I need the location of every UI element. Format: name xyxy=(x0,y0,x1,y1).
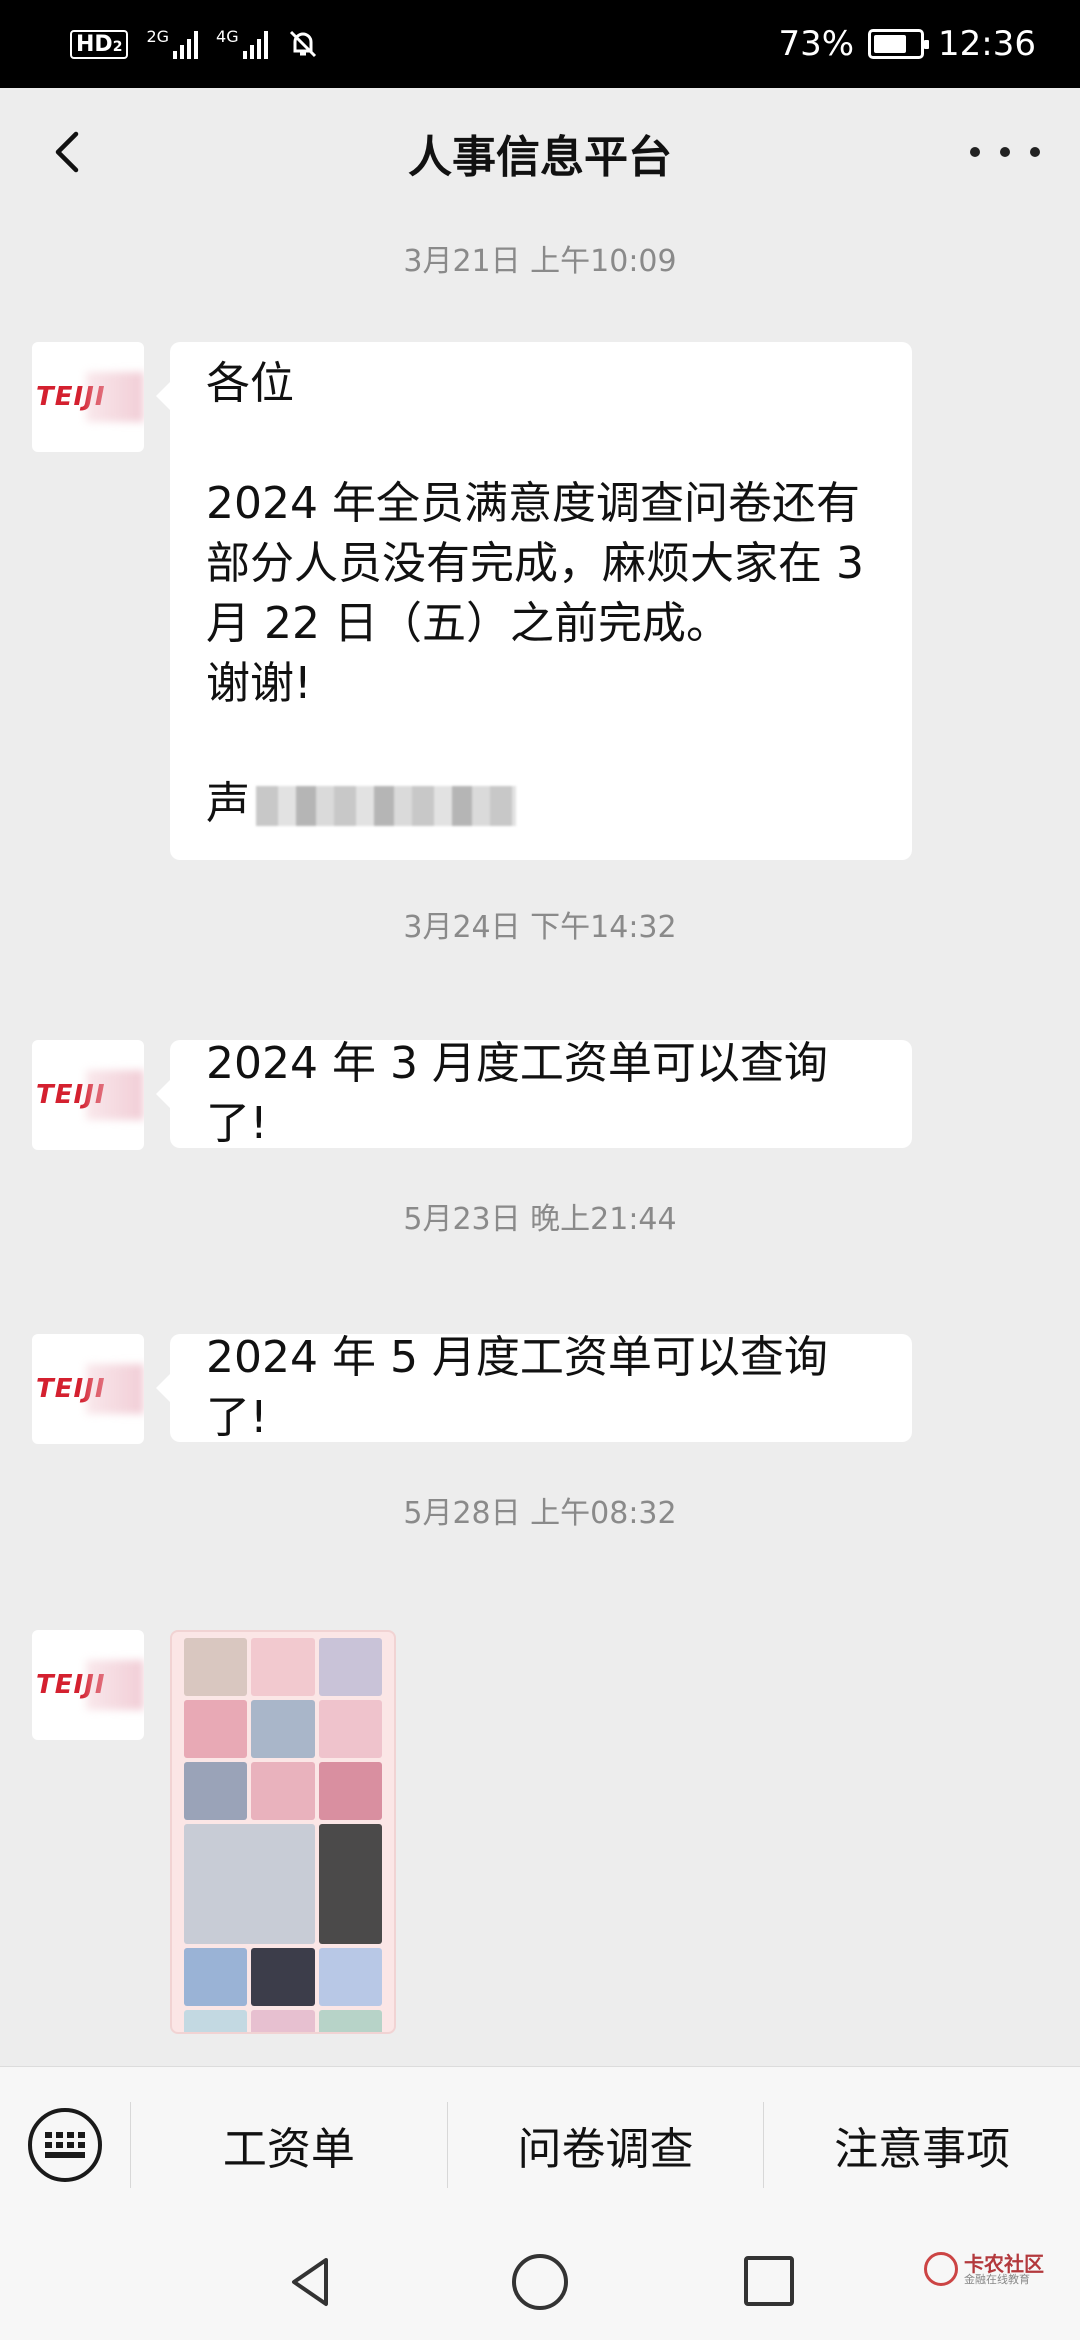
message-text: 2024 年 5 月度工资单可以查询了! xyxy=(206,1332,828,1443)
menu-item-notices[interactable]: 注意事项 xyxy=(764,2113,1080,2177)
message-line: 谢谢! xyxy=(206,658,312,709)
image-message[interactable] xyxy=(170,1630,396,2034)
sender-avatar[interactable]: TEIJI xyxy=(32,1334,144,1444)
back-arrow-icon[interactable] xyxy=(40,122,100,182)
bottom-menu: 工资单 问卷调查 注意事项 xyxy=(0,2066,1080,2222)
message-line: 各位 xyxy=(206,358,294,409)
nav-recents-icon[interactable] xyxy=(744,2256,794,2306)
nav-home-icon[interactable] xyxy=(512,2254,568,2310)
watermark-logo: 卡农社区 金融在线教育 xyxy=(924,2252,1044,2286)
sender-avatar[interactable]: TEIJI xyxy=(32,1630,144,1740)
nav-back-icon[interactable] xyxy=(280,2252,340,2312)
app-root: HD2 2G 4G 73% 12:36 人事信息平台 3月21日 上午10:09… xyxy=(0,0,1080,2340)
message-timestamp: 5月28日 上午08:32 xyxy=(403,1496,677,1531)
message-list[interactable]: 3月21日 上午10:09 TEIJI 各位 2024 年全员满意度调查问卷还有… xyxy=(0,218,1080,2068)
message-line: 月 22 日（五）之前完成。 xyxy=(206,598,730,649)
status-left: HD2 2G 4G xyxy=(70,27,320,61)
battery-icon xyxy=(868,29,930,59)
message-text: 2024 年 3 月度工资单可以查询了! xyxy=(206,1038,828,1149)
keyboard-icon xyxy=(28,2107,102,2182)
image-thumbnail xyxy=(184,1638,382,2032)
menu-item-survey[interactable]: 问卷调查 xyxy=(448,2113,764,2177)
sender-avatar[interactable]: TEIJI xyxy=(32,342,144,452)
message-timestamp: 5月23日 晚上21:44 xyxy=(403,1202,677,1237)
signal-2g-icon: 2G xyxy=(146,29,199,59)
keyboard-toggle-button[interactable] xyxy=(0,2067,130,2223)
redacted-mosaic xyxy=(256,786,516,826)
message-timestamp: 3月21日 上午10:09 xyxy=(403,244,677,279)
message-bubble[interactable]: 各位 2024 年全员满意度调查问卷还有 部分人员没有完成，麻烦大家在 3 月 … xyxy=(156,342,912,860)
message-line: 部分人员没有完成，麻烦大家在 3 xyxy=(206,538,864,589)
message-bubble[interactable]: 2024 年 3 月度工资单可以查询了! xyxy=(156,1038,912,1149)
message-bubble[interactable]: 2024 年 5 月度工资单可以查询了! xyxy=(156,1332,912,1443)
message-signature: 声 xyxy=(206,774,876,834)
mute-bell-icon xyxy=(289,30,316,58)
signal-4g-icon: 4G xyxy=(216,29,268,59)
system-nav-bar: 卡农社区 金融在线教育 xyxy=(0,2222,1080,2340)
menu-item-payslip[interactable]: 工资单 xyxy=(131,2113,447,2177)
clock: 12:36 xyxy=(938,24,1036,64)
status-bar: HD2 2G 4G 73% 12:36 xyxy=(0,0,1080,88)
status-right: 73% 12:36 xyxy=(778,24,1036,64)
sender-avatar[interactable]: TEIJI xyxy=(32,1040,144,1150)
message-line: 2024 年全员满意度调查问卷还有 xyxy=(206,478,860,529)
more-options-icon[interactable] xyxy=(970,122,1040,182)
watermark-icon xyxy=(924,2252,958,2286)
message-timestamp: 3月24日 下午14:32 xyxy=(403,910,677,945)
battery-percent: 73% xyxy=(778,24,855,64)
hd-indicator: HD2 xyxy=(70,29,129,59)
chat-header: 人事信息平台 xyxy=(0,88,1080,218)
page-title: 人事信息平台 xyxy=(408,132,672,183)
